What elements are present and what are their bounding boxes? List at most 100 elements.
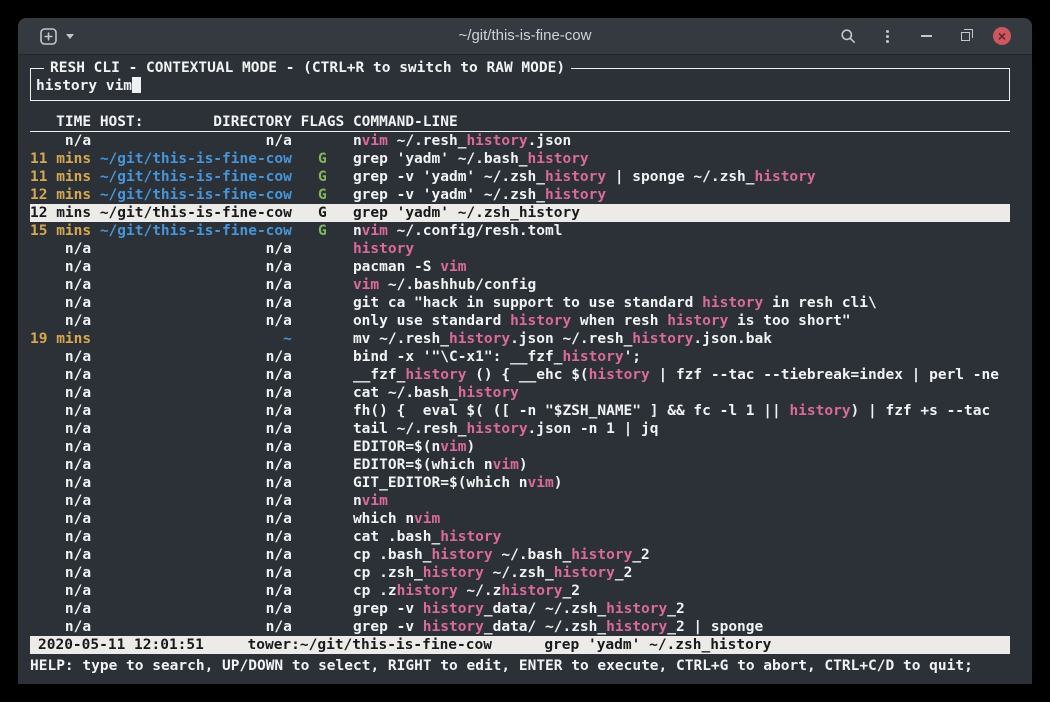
directory-cell: ~/git/this-is-fine-cow: [100, 222, 292, 240]
command-cell: bind -x '"\C-x1": __fzf_history';: [353, 348, 641, 366]
history-row[interactable]: 15 mins~/git/this-is-fine-cowGnvim ~/.co…: [30, 222, 1010, 240]
history-row-selected[interactable]: 12 mins~/git/this-is-fine-cowGgrep 'yadm…: [30, 204, 1010, 222]
close-icon: ×: [998, 29, 1006, 43]
time-cell: n/a: [30, 438, 91, 456]
time-cell: n/a: [30, 402, 91, 420]
directory-cell: n/a: [100, 600, 292, 618]
history-row[interactable]: n/an/agit ca "hack in support to use sta…: [30, 294, 1010, 312]
history-row[interactable]: n/an/aGIT_EDITOR=$(which nvim): [30, 474, 1010, 492]
search-match: history: [606, 601, 667, 617]
history-row[interactable]: n/an/abind -x '"\C-x1": __fzf_history';: [30, 348, 1010, 366]
search-match: history: [562, 349, 623, 365]
menu-button[interactable]: [876, 25, 898, 47]
history-row[interactable]: 19 mins~mv ~/.resh_history.json ~/.resh_…: [30, 330, 1010, 348]
history-row[interactable]: n/an/acp .bash_history ~/.bash_history_2: [30, 546, 1010, 564]
directory-cell: n/a: [100, 348, 292, 366]
time-cell: n/a: [30, 384, 91, 402]
command-cell: cp .bash_history ~/.bash_history_2: [353, 546, 650, 564]
command-cell: grep -v history_data/ ~/.zsh_history_2 |…: [353, 618, 763, 636]
search-match: vim: [362, 493, 388, 509]
directory-cell: n/a: [100, 618, 292, 636]
time-cell: 12 mins: [30, 204, 91, 222]
history-row[interactable]: n/an/aonly use standard history when res…: [30, 312, 1010, 330]
resh-search-box: RESH CLI - CONTEXTUAL MODE - (CTRL+R to …: [30, 68, 1010, 101]
history-row[interactable]: n/an/afh() { eval $( ([ -n "$ZSH_NAME" ]…: [30, 402, 1010, 420]
new-tab-icon: [39, 27, 58, 46]
history-row[interactable]: n/a n/a grep -v history_data/ ~/.zsh_histo…: [30, 618, 1010, 636]
history-row[interactable]: n/an/anvim: [30, 492, 1010, 510]
header-host-directory: HOST: DIRECTORY: [100, 113, 292, 131]
history-row[interactable]: n/an/acp .zhistory ~/.zhistory_2: [30, 582, 1010, 600]
command-cell: __fzf_history () { __ehc $(history | fzf…: [353, 366, 999, 384]
search-match: vim: [362, 133, 388, 149]
directory-cell: n/a: [100, 528, 292, 546]
search-match: history: [545, 169, 606, 185]
resh-box-title: RESH CLI - CONTEXTUAL MODE - (CTRL+R to …: [44, 60, 571, 76]
time-cell: n/a: [30, 132, 91, 150]
directory-cell: n/a: [100, 294, 292, 312]
header-command-line: COMMAND-LINE: [353, 113, 458, 131]
search-match: history: [789, 403, 850, 419]
search-match: history: [589, 367, 650, 383]
history-table-body: n/an/anvim ~/.resh_history.json11 mins~/…: [30, 132, 1010, 636]
time-cell: n/a: [30, 312, 91, 330]
query-text: history vim: [36, 78, 132, 94]
directory-cell: n/a: [100, 258, 292, 276]
time-cell: n/a: [30, 546, 91, 564]
close-button[interactable]: ×: [993, 27, 1011, 45]
search-match: history: [606, 619, 667, 635]
history-row[interactable]: n/an/a__fzf_history () { __ehc $(history…: [30, 366, 1010, 384]
history-row[interactable]: n/an/aEDITOR=$(nvim): [30, 438, 1010, 456]
command-cell: only use standard history when resh hist…: [353, 312, 851, 330]
command-cell: grep -v history_data/ ~/.zsh_history_2: [353, 600, 685, 618]
history-table: TIMEHOST: DIRECTORYFLAGSCOMMAND-LINE n/a…: [30, 113, 1010, 636]
history-row[interactable]: 11 mins~/git/this-is-fine-cowGgrep 'yadm…: [30, 150, 1010, 168]
history-row[interactable]: n/an/anvim ~/.resh_history.json: [30, 132, 1010, 150]
search-match: history: [449, 331, 510, 347]
search-match: vim: [493, 457, 519, 473]
command-cell: git ca "hack in support to use standard …: [353, 294, 877, 312]
time-cell: 11 mins: [30, 168, 91, 186]
history-row[interactable]: n/an/apacman -S vim: [30, 258, 1010, 276]
directory-cell: n/a: [100, 276, 292, 294]
table-header: TIMEHOST: DIRECTORYFLAGSCOMMAND-LINE: [30, 113, 1010, 132]
dropdown-caret-icon[interactable]: [66, 34, 74, 39]
search-match: history: [510, 313, 571, 329]
time-cell: 19 mins: [30, 330, 91, 348]
history-row[interactable]: 11 mins~/git/this-is-fine-cowGgrep -v 'y…: [30, 168, 1010, 186]
history-row[interactable]: n/an/acp .zsh_history ~/.zsh_history_2: [30, 564, 1010, 582]
search-button[interactable]: [837, 25, 859, 47]
time-cell: n/a: [30, 492, 91, 510]
search-match: history: [353, 241, 414, 257]
directory-cell: n/a: [100, 132, 292, 150]
search-icon: [840, 28, 856, 44]
time-cell: n/a: [30, 618, 91, 636]
time-cell: 12 mins: [30, 186, 91, 204]
minimize-icon: [921, 35, 932, 37]
directory-cell: n/a: [100, 492, 292, 510]
history-row[interactable]: n/an/aEDITOR=$(which nvim): [30, 456, 1010, 474]
history-row[interactable]: n/an/ahistory: [30, 240, 1010, 258]
time-cell: n/a: [30, 528, 91, 546]
history-row[interactable]: n/an/avim ~/.bashhub/config: [30, 276, 1010, 294]
restore-button[interactable]: [954, 25, 976, 47]
search-match: history: [466, 421, 527, 437]
history-row[interactable]: n/an/acat .bash_history: [30, 528, 1010, 546]
minimize-button[interactable]: [915, 25, 937, 47]
history-row[interactable]: n/an/atail ~/.resh_history.json -n 1 | j…: [30, 420, 1010, 438]
directory-cell: ~/git/this-is-fine-cow: [100, 186, 292, 204]
command-cell: history: [353, 240, 414, 258]
command-cell: GIT_EDITOR=$(which nvim): [353, 474, 563, 492]
search-match: history: [397, 583, 458, 599]
directory-cell: n/a: [100, 582, 292, 600]
history-row[interactable]: n/an/awhich nvim: [30, 510, 1010, 528]
search-query-input[interactable]: history vim: [36, 77, 141, 95]
history-row[interactable]: n/an/acat ~/.bash_history: [30, 384, 1010, 402]
command-cell: grep -v 'yadm' ~/.zsh_history: [353, 186, 606, 204]
command-cell: EDITOR=$(which nvim): [353, 456, 528, 474]
search-match: history: [545, 187, 606, 203]
history-row[interactable]: n/an/agrep -v history_data/ ~/.zsh_histo…: [30, 600, 1010, 618]
new-tab-button[interactable]: [39, 27, 58, 46]
history-row[interactable]: 12 mins~/git/this-is-fine-cowGgrep -v 'y…: [30, 186, 1010, 204]
time-cell: 11 mins: [30, 150, 91, 168]
